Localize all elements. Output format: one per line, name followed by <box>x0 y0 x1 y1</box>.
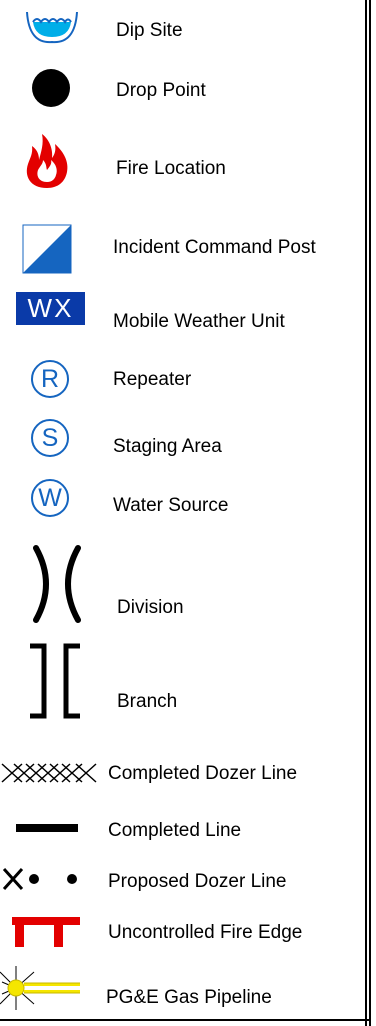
completed-dozer-line-icon <box>1 763 97 783</box>
legend-label-completed-dozer-line: Completed Dozer Line <box>108 763 298 784</box>
division-icon <box>33 545 81 623</box>
water-source-icon: W <box>31 479 69 517</box>
fire-icon <box>26 134 68 188</box>
branch-icon <box>30 643 80 719</box>
legend-label-staging-area: Staging Area <box>113 436 222 457</box>
legend-label-uncontrolled-fire-edge: Uncontrolled Fire Edge <box>108 922 303 943</box>
legend-label-mobile-weather-unit: Mobile Weather Unit <box>113 311 285 332</box>
dip-site-icon <box>26 11 78 44</box>
legend-frame-right <box>365 0 371 1026</box>
legend-label-water-source: Water Source <box>113 495 229 516</box>
legend-label-division: Division <box>117 597 184 618</box>
legend-label-incident-command-post: Incident Command Post <box>113 237 316 258</box>
legend-label-repeater: Repeater <box>113 369 192 390</box>
legend-label-proposed-dozer-line: Proposed Dozer Line <box>108 871 287 892</box>
gas-pipeline-icon <box>0 966 80 1010</box>
drop-point-icon <box>32 69 70 107</box>
incident-command-post-icon <box>22 224 72 274</box>
legend-label-branch: Branch <box>117 691 178 712</box>
completed-line-icon <box>16 824 78 832</box>
proposed-dozer-line-icon <box>2 867 77 891</box>
legend-label-fire-location: Fire Location <box>116 158 226 179</box>
mobile-weather-unit-icon: WX <box>16 292 85 325</box>
staging-area-icon: S <box>31 419 69 457</box>
repeater-icon: R <box>31 360 69 398</box>
legend-label-completed-line: Completed Line <box>108 820 242 841</box>
legend-label-gas-pipeline: PG&E Gas Pipeline <box>106 987 272 1008</box>
uncontrolled-fire-edge-icon <box>12 917 80 947</box>
legend-label-drop-point: Drop Point <box>116 80 206 101</box>
legend-frame-bottom <box>0 1019 371 1021</box>
legend-label-dip-site: Dip Site <box>116 20 183 41</box>
